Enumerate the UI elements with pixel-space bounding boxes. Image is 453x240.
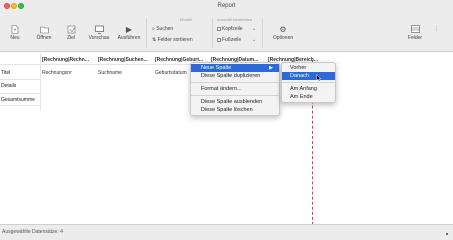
table-divider xyxy=(0,105,40,106)
submenu-item-at-end[interactable]: Am Ende xyxy=(282,93,335,101)
submenu-arrow-icon: ▶ xyxy=(269,65,273,71)
search-icon: ⌕ xyxy=(152,26,155,32)
open-button-label: Öffnen xyxy=(36,35,52,41)
target-button[interactable]: Ziel xyxy=(58,25,84,47)
menu-separator xyxy=(282,82,335,83)
toolbar-divider xyxy=(262,18,263,48)
fields-button-label: Felder xyxy=(407,35,423,41)
row-label-total: Gesamtsumme xyxy=(1,97,35,103)
table-divider xyxy=(0,93,40,94)
toolbar-divider xyxy=(212,18,213,48)
fields-panel-icon xyxy=(402,25,428,35)
gear-icon: ⚙ xyxy=(279,25,287,34)
target-button-label: Ziel xyxy=(66,35,76,41)
toolbar: Neu Öffnen Ziel Vorschau ▶ Ausführen Mod… xyxy=(0,12,453,52)
table-cell[interactable]: Rechnungsnr xyxy=(42,70,72,76)
report-window: Report Neu Öffnen Ziel Vorschau ▶ Ausfüh… xyxy=(0,0,453,240)
folder-icon xyxy=(31,25,57,35)
sort-icon: ⇅ xyxy=(152,37,157,43)
title-bar: Report xyxy=(0,0,453,12)
menu-separator xyxy=(191,95,279,96)
target-icon xyxy=(58,25,84,35)
new-button[interactable]: Neu xyxy=(2,25,28,47)
column-header[interactable]: [Rechnung|Rechn... xyxy=(42,57,89,63)
run-button-label: Ausführen xyxy=(117,35,141,41)
preview-button[interactable]: Vorschau xyxy=(86,25,112,47)
preview-button-label: Vorschau xyxy=(88,35,110,41)
footer-checkbox-label: Fußzeile xyxy=(222,37,242,43)
submenu-item-before[interactable]: Vorher xyxy=(282,64,335,72)
open-button[interactable]: Öffnen xyxy=(31,25,57,47)
menu-item-new-column[interactable]: Neue Spalte ▶ xyxy=(191,64,279,72)
menu-item-duplicate-column[interactable]: Diese Spalte duplizieren xyxy=(191,72,279,80)
menu-item-label: Diese Spalte duplizieren xyxy=(201,73,261,79)
table-cell[interactable]: Geburtsdatum xyxy=(155,70,187,76)
header-checkbox-label: Kopfzeile xyxy=(222,26,243,32)
model-group-label: Modell xyxy=(180,17,192,22)
options-button-label: Optionen xyxy=(272,35,294,41)
menu-item-change-format[interactable]: Format ändern... xyxy=(191,85,279,93)
menu-separator xyxy=(191,82,279,83)
scroll-right-icon[interactable] xyxy=(446,233,448,235)
new-column-submenu: Vorher Danach Am Anfang Am Ende xyxy=(281,62,336,103)
submenu-item-at-start[interactable]: Am Anfang xyxy=(282,85,335,93)
table-divider xyxy=(40,53,41,111)
menu-item-label: Neue Spalte xyxy=(201,65,232,71)
play-icon: ▶ xyxy=(125,25,133,34)
table-cell[interactable]: Suchname xyxy=(98,70,122,76)
new-button-label: Neu xyxy=(10,35,20,41)
run-button[interactable]: ▶ Ausführen xyxy=(116,25,142,47)
menu-item-label: Diese Spalte ausblenden xyxy=(201,99,263,105)
status-bar: Ausgewählte Datensätze: 4 xyxy=(0,224,453,240)
menu-item-label: Format ändern... xyxy=(201,86,242,92)
row-label-title: Titel xyxy=(1,70,11,76)
footer-checkbox-box[interactable] xyxy=(217,37,221,42)
menu-item-hide-column[interactable]: Diese Spalte ausblenden xyxy=(191,98,279,106)
header-checkbox[interactable]: Kopfzeile xyxy=(217,26,243,32)
window-title: Report xyxy=(217,3,236,9)
header-checkbox-box[interactable] xyxy=(217,26,221,31)
edit-selection-group-label: Auswahl bearbeiten xyxy=(217,17,253,22)
chevron-down-icon[interactable]: ⌄ xyxy=(252,37,256,43)
sort-fields-option[interactable]: ⇅ Felder sortieren xyxy=(152,37,193,43)
submenu-item-after[interactable]: Danach xyxy=(282,72,335,80)
search-option[interactable]: ⌕ Suchen xyxy=(152,26,173,32)
chevron-down-icon[interactable]: ⌄ xyxy=(252,26,256,32)
search-option-label: Suchen xyxy=(156,26,174,32)
row-label-details: Details xyxy=(1,83,17,89)
options-button[interactable]: ⚙ Optionen xyxy=(268,25,298,47)
sort-fields-option-label: Felder sortieren xyxy=(157,37,193,43)
footer-checkbox[interactable]: Fußzeile xyxy=(217,37,241,43)
status-text: Ausgewählte Datensätze: 4 xyxy=(2,229,63,235)
fields-button[interactable]: Felder xyxy=(402,25,428,47)
column-context-menu: Neue Spalte ▶ Diese Spalte duplizieren F… xyxy=(190,62,280,116)
column-header[interactable]: [Rechnung|Suchen... xyxy=(98,57,148,63)
toolbar-divider xyxy=(146,18,147,48)
mouse-cursor-icon xyxy=(316,74,322,82)
overflow-menu-icon[interactable]: ⋮ xyxy=(434,26,439,32)
new-icon xyxy=(2,25,28,35)
menu-item-label: Diese Spalte löschen xyxy=(201,107,253,113)
menu-item-delete-column[interactable]: Diese Spalte löschen xyxy=(191,106,279,114)
table-divider xyxy=(0,79,40,80)
preview-icon xyxy=(86,25,112,35)
